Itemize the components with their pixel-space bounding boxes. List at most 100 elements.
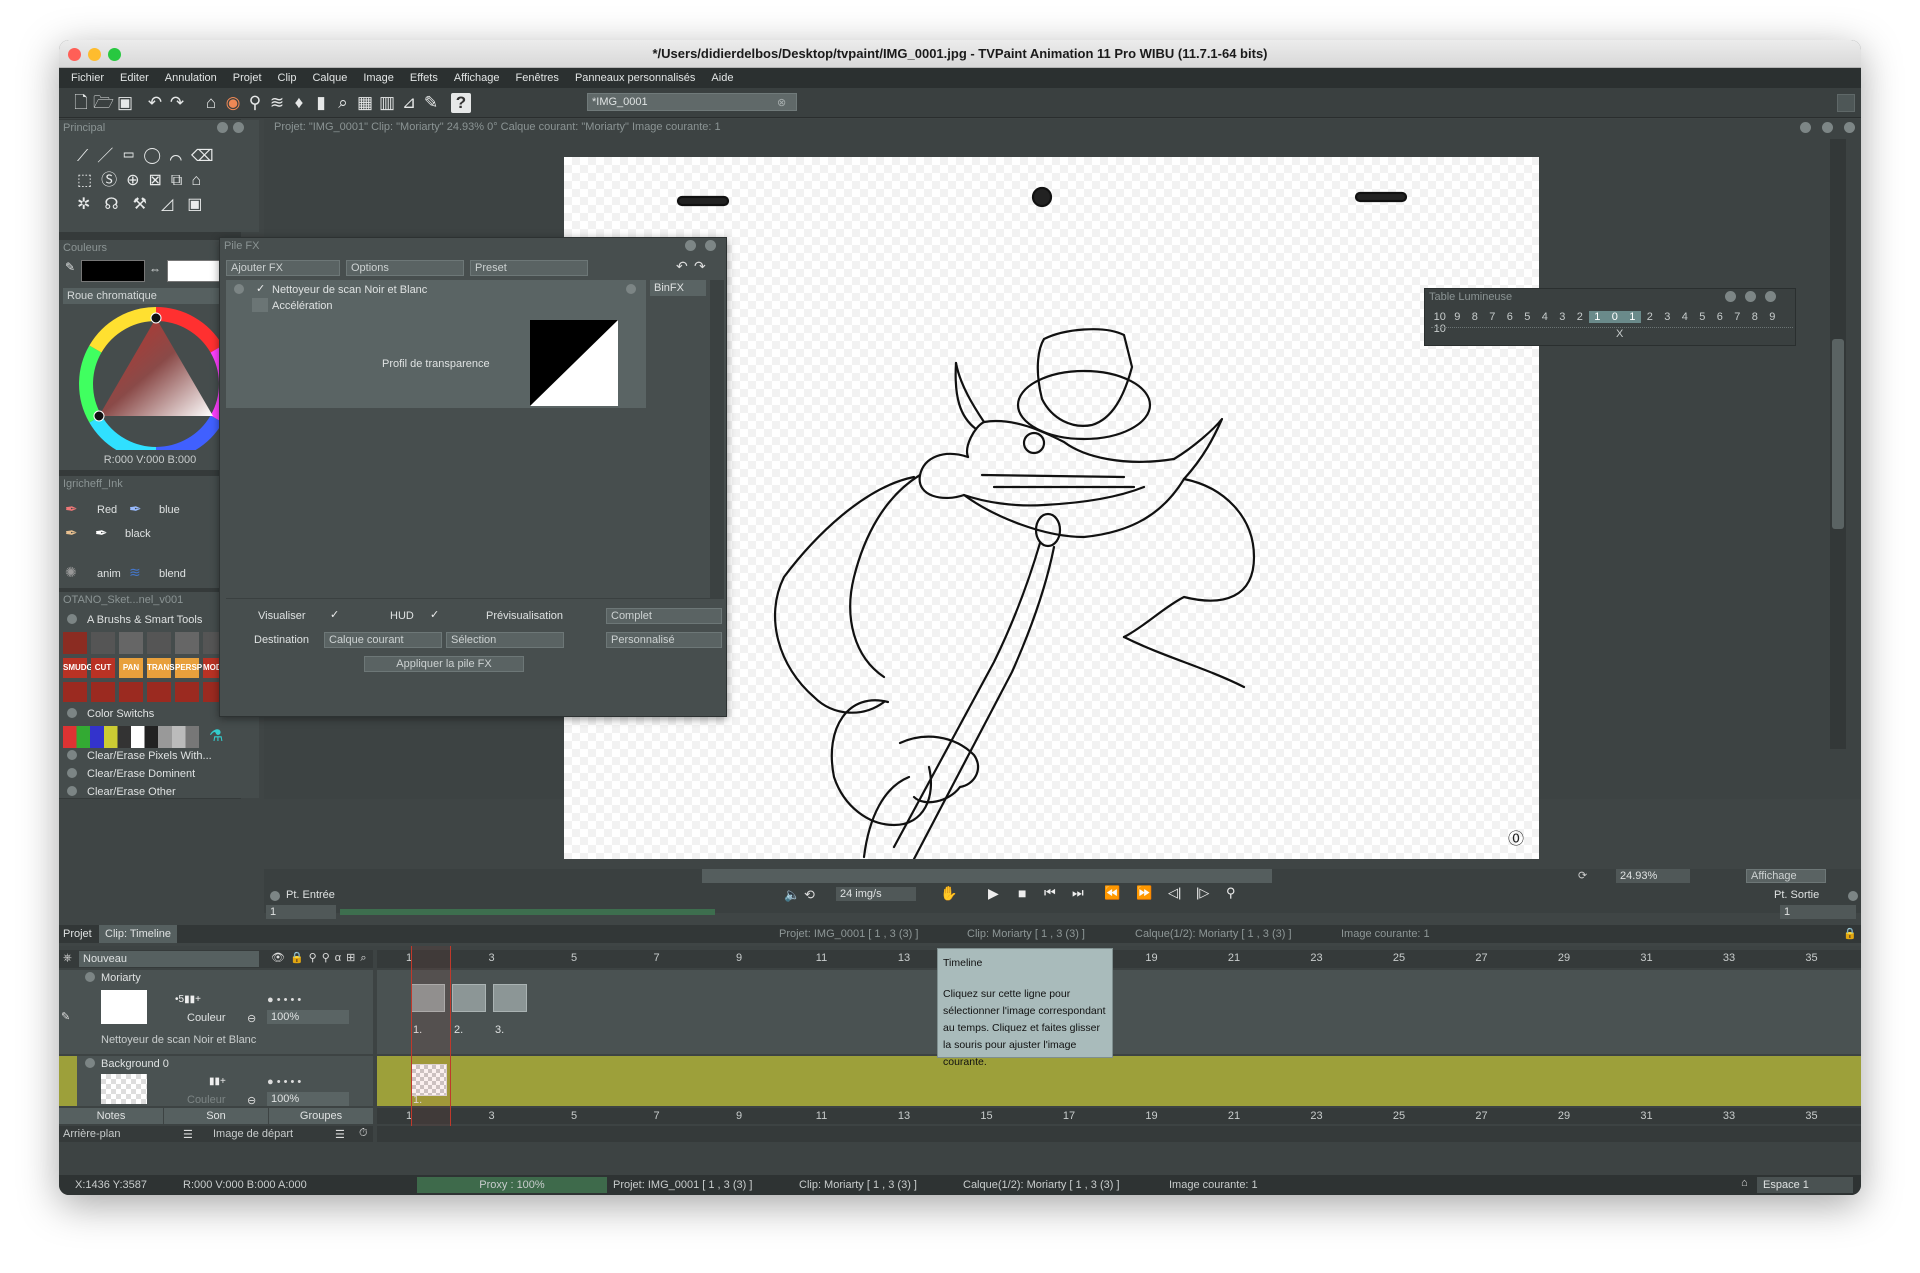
selection-dropdown[interactable]: Sélection — [446, 632, 564, 648]
light-table-frame-14[interactable]: 4 — [1676, 311, 1694, 323]
trans-tool[interactable]: TRANS — [147, 658, 175, 678]
layer-moriarty-toggle-icon[interactable] — [85, 972, 95, 982]
color-wheel[interactable] — [59, 304, 241, 450]
light-table-frame-4[interactable]: 6 — [1501, 311, 1519, 323]
layer-moriarty-opacity[interactable]: 100% — [267, 1010, 349, 1024]
layer-moriarty-light-dots[interactable]: ● • • • • — [267, 994, 301, 1006]
save-icon[interactable]: ▣ — [115, 93, 135, 113]
in-point-toggle-icon[interactable] — [270, 891, 280, 901]
stop-icon[interactable]: ■ — [1018, 885, 1026, 901]
zoom-window-button[interactable] — [108, 48, 121, 61]
toolbar-expand-button[interactable] — [1837, 94, 1855, 112]
timeline-lock-icon[interactable]: 🔒 — [1843, 927, 1857, 940]
light-table-frame-9[interactable]: 1 — [1588, 311, 1606, 323]
fx-undo-icon[interactable]: ↶ — [676, 258, 688, 275]
light-table-frame-13[interactable]: 3 — [1659, 311, 1677, 323]
out-point-toggle-icon[interactable] — [1848, 891, 1858, 901]
black-brush-icon-2[interactable]: ✒ — [95, 524, 108, 542]
brush-red-label[interactable]: Red — [97, 504, 117, 516]
next-key-icon[interactable]: |▷ — [1196, 885, 1209, 901]
menu-fenetres[interactable]: Fenêtres — [508, 68, 567, 88]
brush-blend-label[interactable]: blend — [159, 568, 186, 580]
selection-tools-row[interactable]: ⬚Ⓢ⊕⊠⧉⌂ — [77, 166, 237, 190]
clear-dominent-toggle-icon[interactable] — [67, 768, 77, 778]
chart-icon[interactable]: ⊿ — [399, 93, 419, 113]
menu-fichier[interactable]: Fichier — [63, 68, 112, 88]
light-table-frame-2[interactable]: 8 — [1466, 311, 1484, 323]
shape-tool-1[interactable] — [63, 682, 87, 702]
layer-background[interactable]: Background 0 ▮▮+ ● • • • • Couleur ⊖ 100… — [59, 1056, 373, 1107]
light-table-frame-12[interactable]: 2 — [1641, 311, 1659, 323]
layer-background-light-dots[interactable]: ● • • • • — [267, 1076, 301, 1088]
start-image-menu-icon[interactable]: ☰ — [335, 1128, 345, 1141]
background-menu-icon[interactable]: ☰ — [183, 1128, 193, 1141]
color-switch-palette[interactable] — [63, 726, 199, 748]
light-table-frame-15[interactable]: 5 — [1694, 311, 1712, 323]
step-back-icon[interactable]: ⏪ — [1104, 885, 1120, 901]
new-document-icon[interactable]: 🗋 — [71, 93, 91, 113]
help-icon[interactable]: ? — [451, 93, 471, 113]
visualiser-checkbox[interactable]: ✓ — [330, 608, 339, 621]
pen-tool-icon[interactable]: ✎ — [421, 93, 441, 113]
view-minimize-icon[interactable] — [1800, 122, 1811, 133]
fx-close-icon[interactable] — [705, 240, 716, 251]
brush-black-label[interactable]: black — [125, 528, 151, 540]
cell-moriarty-2[interactable] — [452, 984, 486, 1012]
frame-ruler-top[interactable]: 1357911131517192123252729313335 — [377, 950, 1861, 968]
panel-collapse-icon[interactable] — [217, 122, 228, 133]
frame-ruler-bottom[interactable]: 1 3 5 7 9 11 13 15 17 19 21 23 25 27 29 31 33 35 — [377, 1108, 1861, 1124]
layer-background-toggle-icon[interactable] — [85, 1058, 95, 1068]
timeline-icon[interactable]: ▮ — [311, 93, 331, 113]
light-table-frame-16[interactable]: 6 — [1711, 311, 1729, 323]
toolbox-icon[interactable]: ⌂ — [201, 93, 221, 113]
fx-enabled-checkbox[interactable]: ✓ — [256, 282, 265, 295]
out-point-field[interactable]: 1 — [1780, 905, 1856, 919]
fx-item-menu-icon[interactable] — [626, 284, 636, 294]
current-frame-cursor[interactable] — [411, 946, 451, 1126]
preview-dropdown[interactable]: Complet — [606, 608, 722, 624]
zoom-field[interactable]: 24.93% — [1616, 869, 1690, 883]
tab-projet[interactable]: Projet — [63, 928, 92, 940]
light-table-frame-1[interactable]: 9 — [1449, 311, 1467, 323]
anim-brush-icon[interactable]: ✺ — [65, 564, 77, 581]
view-close-icon[interactable] — [1844, 122, 1855, 133]
fx-redo-icon[interactable]: ↷ — [694, 258, 706, 275]
primary-color-swatch[interactable] — [81, 260, 145, 282]
track-moriarty[interactable] — [377, 970, 1861, 1054]
light-table-frame-0[interactable]: 10 — [1431, 311, 1449, 323]
menu-calque[interactable]: Calque — [304, 68, 355, 88]
section-toggle-icon[interactable] — [67, 614, 77, 624]
clear-dominent-item[interactable]: Clear/Erase Dominent — [87, 768, 195, 780]
light-table-settings-icon[interactable] — [1745, 291, 1756, 302]
layer-background-mode-icons[interactable]: ▮▮+ — [209, 1076, 226, 1087]
acceleration-checkbox[interactable] — [252, 298, 268, 312]
prev-key-icon[interactable]: ◁| — [1168, 885, 1181, 901]
light-table-frame-7[interactable]: 3 — [1554, 311, 1572, 323]
clear-other-toggle-icon[interactable] — [67, 786, 77, 796]
light-table-frame-10[interactable]: 0 — [1606, 311, 1624, 323]
open-folder-icon[interactable]: 🗁 — [93, 93, 114, 113]
binfx-button[interactable]: BinFX — [650, 280, 706, 296]
shape-tool-5[interactable] — [175, 682, 199, 702]
grid-icon[interactable]: ▦ — [355, 93, 375, 113]
cutb-tool[interactable]: CUT B — [91, 658, 115, 692]
loop-icon[interactable]: ⟲ — [804, 887, 815, 903]
clear-pixels-item[interactable]: Clear/Erase Pixels With... — [87, 750, 212, 762]
eyedropper-icon[interactable]: ✎ — [65, 260, 75, 274]
menu-image[interactable]: Image — [355, 68, 402, 88]
close-window-button[interactable] — [68, 48, 81, 61]
red-brush-icon[interactable]: ✒ — [65, 500, 78, 518]
smart-tool-4[interactable] — [147, 632, 171, 654]
color-mode-dropdown[interactable]: Roue chromatique — [63, 288, 241, 304]
light-table-frame-8[interactable]: 2 — [1571, 311, 1589, 323]
light-table-frame-11[interactable]: 1 — [1623, 311, 1641, 323]
destination-dropdown[interactable]: Calque courant — [324, 632, 442, 648]
layer-moriarty-mode-icons[interactable]: •5▮▮+ — [175, 994, 201, 1005]
light-table-opacity-row[interactable]: X — [1431, 327, 1793, 341]
workspace-dropdown[interactable]: Espace 1 — [1757, 1177, 1853, 1193]
magnifier-icon[interactable]: ⌕ — [333, 93, 353, 113]
menu-annulation[interactable]: Annulation — [157, 68, 225, 88]
track-background[interactable] — [377, 1056, 1861, 1106]
fx-scrollbar[interactable] — [710, 280, 724, 598]
clear-field-icon[interactable]: ⊗ — [777, 96, 786, 109]
